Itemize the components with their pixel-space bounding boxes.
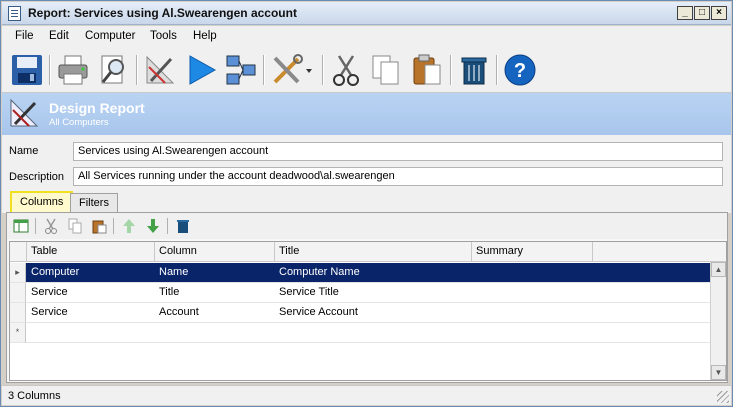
cell-column[interactable]: Title <box>155 283 183 303</box>
report-window: Report: Services using Al.Swearengen acc… <box>0 0 733 407</box>
delete-icon[interactable] <box>457 53 491 87</box>
cell-summary[interactable] <box>472 283 480 303</box>
cut-icon[interactable] <box>43 218 59 234</box>
grid-corner[interactable] <box>10 242 27 262</box>
network-icon[interactable] <box>224 53 258 87</box>
cell-title[interactable]: Service Account <box>275 303 362 323</box>
header-title: Design Report <box>49 100 145 116</box>
toolbar-separator <box>496 55 497 85</box>
report-document-icon <box>8 6 21 21</box>
header-table[interactable]: Table <box>27 242 155 262</box>
svg-text:?: ? <box>514 60 526 82</box>
menu-file[interactable]: File <box>15 30 34 42</box>
cell-table[interactable]: Service <box>27 283 72 303</box>
move-up-icon[interactable] <box>121 218 137 234</box>
print-preview-icon[interactable] <box>97 53 131 87</box>
window-title: Report: Services using Al.Swearengen acc… <box>28 6 297 20</box>
design-report-icon <box>10 98 39 127</box>
toolbar-separator <box>113 218 114 234</box>
columns-panel: Table Column Title Summary ▸ Computer Na… <box>6 212 728 383</box>
tab-columns[interactable]: Columns <box>10 191 74 213</box>
menu-tools[interactable]: Tools <box>150 30 177 42</box>
run-icon[interactable] <box>184 53 218 87</box>
copy-icon[interactable] <box>369 53 403 87</box>
paste-icon[interactable] <box>410 53 444 87</box>
cut-icon[interactable] <box>329 53 363 87</box>
grid-vertical-scrollbar[interactable]: ▲ ▼ <box>710 262 726 380</box>
tab-filters[interactable]: Filters <box>70 193 118 213</box>
menu-edit[interactable]: Edit <box>49 30 69 42</box>
help-icon[interactable]: ? <box>503 53 537 87</box>
table-row[interactable]: Service Title Service Title <box>10 283 710 303</box>
toolbar-separator <box>35 218 36 234</box>
description-field[interactable]: All Services running under the account d… <box>73 167 723 186</box>
cell-summary[interactable] <box>472 303 480 323</box>
toolbar-separator <box>136 55 137 85</box>
name-field[interactable]: Services using Al.Swearengen account <box>73 142 723 161</box>
resize-grip[interactable] <box>717 391 729 403</box>
row-header[interactable] <box>10 283 26 303</box>
table-row[interactable]: ▸ Computer Name Computer Name <box>10 263 710 283</box>
columns-toolbar <box>7 213 727 239</box>
description-label: Description <box>9 171 65 183</box>
cell-column[interactable]: Account <box>155 303 203 323</box>
new-row-marker[interactable]: * <box>10 323 26 343</box>
save-icon[interactable] <box>10 53 44 87</box>
toolbar-separator <box>450 55 451 85</box>
tools-icon[interactable] <box>270 53 314 87</box>
row-header[interactable] <box>10 303 26 323</box>
toolbar-separator <box>49 55 50 85</box>
toolbar-separator <box>322 55 323 85</box>
toolbar-separator <box>263 55 264 85</box>
print-icon[interactable] <box>56 53 90 87</box>
title-bar[interactable]: Report: Services using Al.Swearengen acc… <box>2 2 731 25</box>
report-form: Name Services using Al.Swearengen accoun… <box>2 135 731 189</box>
cell-column[interactable]: Name <box>155 263 192 283</box>
header-subtitle: All Computers <box>49 117 109 128</box>
maximize-button[interactable]: □ <box>694 6 710 20</box>
cell-table[interactable]: Service <box>27 303 72 323</box>
design-report-header: Design Report All Computers <box>2 93 731 135</box>
cell-table[interactable]: Computer <box>27 263 83 283</box>
move-down-icon[interactable] <box>145 218 161 234</box>
columns-grid: Table Column Title Summary ▸ Computer Na… <box>9 241 727 381</box>
main-toolbar: ? <box>2 48 731 93</box>
name-label: Name <box>9 145 39 157</box>
menu-bar: File Edit Computer Tools Help <box>2 26 731 48</box>
current-row-marker[interactable]: ▸ <box>10 263 26 283</box>
delete-icon[interactable] <box>175 218 191 234</box>
paste-icon[interactable] <box>91 218 107 234</box>
new-row[interactable]: * <box>10 323 710 343</box>
tab-strip: Columns Filters <box>2 189 731 213</box>
add-column-icon[interactable] <box>13 218 29 234</box>
minimize-button[interactable]: _ <box>677 6 693 20</box>
copy-icon[interactable] <box>67 218 83 234</box>
menu-help[interactable]: Help <box>193 30 217 42</box>
header-summary[interactable]: Summary <box>472 242 593 262</box>
grid-header: Table Column Title Summary <box>10 242 726 262</box>
status-bar: 3 Columns <box>2 385 731 405</box>
design-icon[interactable] <box>143 53 177 87</box>
header-title[interactable]: Title <box>275 242 472 262</box>
close-button[interactable]: × <box>711 6 727 20</box>
scroll-down-button[interactable]: ▼ <box>711 365 726 380</box>
scroll-up-button[interactable]: ▲ <box>711 262 726 277</box>
toolbar-separator <box>167 218 168 234</box>
cell-title[interactable]: Computer Name <box>275 263 364 283</box>
menu-computer[interactable]: Computer <box>85 30 136 42</box>
table-row[interactable]: Service Account Service Account <box>10 303 710 323</box>
status-text: 3 Columns <box>8 390 61 402</box>
header-column[interactable]: Column <box>155 242 275 262</box>
cell-title[interactable]: Service Title <box>275 283 343 303</box>
cell-summary[interactable] <box>472 263 480 283</box>
